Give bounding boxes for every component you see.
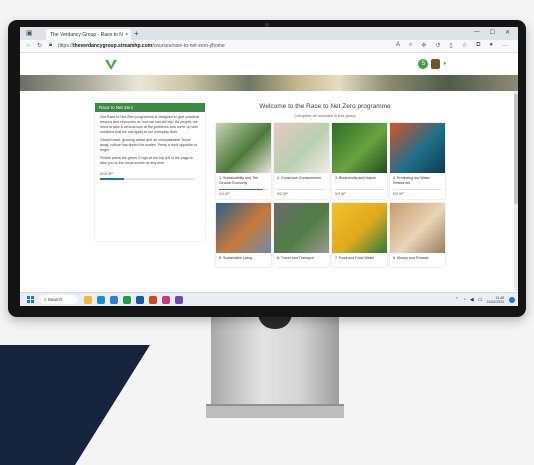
store-icon[interactable] [110, 296, 118, 304]
module-card-6[interactable]: 6. Travel and Transport [274, 203, 329, 267]
card-xp-badge: 0/3 XP [393, 192, 404, 196]
site-header: 5 ▾ [20, 53, 518, 75]
progress-bar [100, 178, 195, 180]
teams-icon[interactable] [175, 296, 183, 304]
module-card-8[interactable]: 8. Money and Finance [390, 203, 445, 267]
url-domain: theverdancygroup.streamhp.com [73, 43, 153, 49]
card-title: 3. Biodiversity and Nature [335, 176, 377, 180]
card-image [216, 123, 271, 173]
windows-taskbar: ⌕ Search ⌃ ◔ ◀︎ ▭ 11:48 21/02/2023 [20, 292, 518, 306]
chevron-up-icon[interactable]: ⌃ [455, 297, 459, 303]
background-shape [0, 345, 150, 465]
maximize-icon[interactable]: ☐ [490, 29, 495, 36]
chevron-down-icon[interactable]: ▾ [443, 61, 446, 67]
page-subtitle: Complete all modules in this group [294, 113, 356, 118]
card-title: 6. Travel and Transport [277, 256, 314, 260]
panel-body: Our Race to Net Zero programme is design… [95, 112, 205, 183]
header-banner-image [20, 75, 518, 91]
panel-paragraph: Please press the green V logo at the top… [100, 156, 193, 165]
card-title: 2. Conscious Consumerism [277, 176, 321, 180]
card-image [274, 123, 329, 173]
excel-icon[interactable] [123, 296, 131, 304]
favorites-icon[interactable]: ☆ [462, 42, 467, 49]
file-explorer-icon[interactable] [84, 296, 92, 304]
card-xp-badge: 0/3 XP [335, 192, 346, 196]
battery-icon[interactable]: ▭ [478, 297, 483, 303]
window-controls: — ☐ ✕ [474, 29, 510, 36]
window-menu-icon[interactable]: ▣ [26, 29, 33, 37]
new-tab-button[interactable]: + [134, 29, 139, 38]
panel-heading: Race to Net Zero [95, 103, 205, 112]
profile-icon[interactable]: ● [489, 42, 493, 49]
card-title: 8. Money and Finance [393, 256, 429, 260]
card-image [216, 203, 271, 253]
refresh-icon[interactable]: ↻ [37, 42, 42, 49]
panel-paragraph: Global travel, growing waste and an unsu… [100, 138, 197, 152]
user-menu: 5 ▾ [418, 59, 446, 69]
more-options-icon[interactable]: … [502, 42, 508, 49]
tab-close-icon[interactable]: × [125, 32, 128, 38]
module-card-1[interactable]: 1. Sustainability and The Circular Econo… [216, 123, 271, 199]
refresh-extension-icon[interactable]: ↺ [435, 42, 440, 49]
notification-icon[interactable] [509, 297, 515, 303]
windows-start-icon[interactable] [27, 296, 34, 303]
url-path: /courses/race-to-net-zero-j/home [152, 43, 225, 49]
clock[interactable]: 11:48 21/02/2023 [486, 296, 504, 304]
system-tray: ⌃ ◔ ◀︎ ▭ 11:48 21/02/2023 [455, 296, 504, 304]
card-xp-badge: 0/2 XP [277, 192, 288, 196]
card-title: 1. Sustainability and The Circular Econo… [219, 176, 259, 185]
app-icon[interactable] [162, 296, 170, 304]
extensions-icon[interactable]: ✣ [421, 42, 426, 49]
zoom-icon[interactable]: ⌕ [409, 42, 412, 49]
progress-label: 0/10 XP [100, 172, 113, 176]
card-title: 7. Food and Food Waste [335, 256, 375, 260]
module-card-5[interactable]: 5. Sustainable Living [216, 203, 271, 267]
module-card-7[interactable]: 7. Food and Food Waste [332, 203, 387, 267]
word-icon[interactable] [136, 296, 144, 304]
browser-tab-bar: ▣ The Verdancy Group - Race to N × + — ☐… [20, 27, 518, 40]
card-xp-badge: 0/3 XP [219, 192, 230, 196]
card-image [274, 203, 329, 253]
address-bar: ← ↻ 🔒︎ https:// theverdancygroup.streamh… [20, 40, 518, 53]
browser-toolbar: A ⌕ ✣ ↺ ▯ ☆ ⧉ ● … [396, 42, 508, 49]
url-field[interactable]: https:// theverdancygroup.streamhp.com /… [58, 42, 358, 50]
close-window-icon[interactable]: ✕ [505, 29, 510, 36]
card-title: 4. Protecting our Water Resources [393, 176, 430, 185]
card-title: 5. Sustainable Living [219, 256, 253, 260]
panel-paragraph: Our Race to Net Zero programme is design… [100, 115, 199, 134]
avatar[interactable] [431, 59, 441, 69]
lock-icon[interactable]: 🔒︎ [49, 42, 52, 49]
search-label: Search [47, 297, 63, 302]
browser-tab[interactable]: The Verdancy Group - Race to N × [46, 29, 131, 40]
card-image [332, 203, 387, 253]
verdancy-logo[interactable] [104, 58, 118, 76]
edge-browser-icon[interactable] [97, 296, 105, 304]
module-card-4[interactable]: 4. Protecting our Water Resources 0/3 XP [390, 123, 445, 199]
read-aloud-icon[interactable]: A [396, 42, 400, 49]
tab-title: The Verdancy Group - Race to N [50, 31, 123, 38]
taskbar-search[interactable]: ⌕ Search [39, 295, 77, 304]
back-icon[interactable]: ← [26, 42, 32, 48]
powerpoint-icon[interactable] [149, 296, 157, 304]
collections-icon[interactable]: ⧉ [476, 42, 480, 49]
progress-fill [100, 178, 124, 180]
network-icon[interactable]: ◔ [463, 297, 466, 303]
minimize-icon[interactable]: — [474, 29, 480, 36]
page-scrollbar[interactable] [514, 91, 518, 291]
split-screen-icon[interactable]: ▯ [449, 42, 452, 49]
url-prefix: https:// [58, 43, 74, 49]
screen: ▣ The Verdancy Group - Race to N × + — ☐… [20, 27, 518, 306]
scrollbar-thumb[interactable] [514, 94, 518, 204]
card-image [390, 203, 445, 253]
notification-badge[interactable]: 5 [418, 59, 429, 69]
card-image [390, 123, 445, 173]
clock-date: 21/02/2023 [486, 300, 504, 304]
module-card-2[interactable]: 2. Conscious Consumerism 0/2 XP [274, 123, 329, 199]
card-image [332, 123, 387, 173]
module-card-3[interactable]: 3. Biodiversity and Nature 0/3 XP [332, 123, 387, 199]
page-title: Welcome to the Race to Net Zero programm… [259, 103, 391, 110]
programme-info-panel: Race to Net Zero Our Race to Net Zero pr… [95, 103, 205, 241]
volume-icon[interactable]: ◀︎ [470, 297, 474, 303]
